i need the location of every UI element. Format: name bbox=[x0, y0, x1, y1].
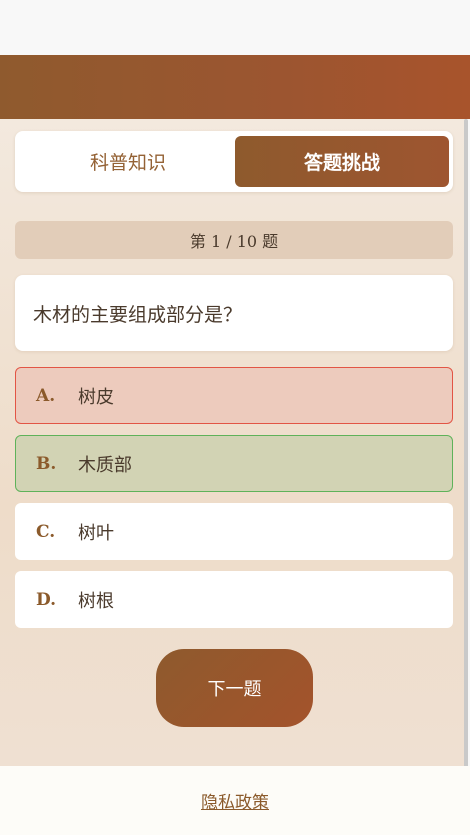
option-a[interactable]: A. 树皮 bbox=[15, 367, 453, 424]
option-letter: A. bbox=[36, 385, 56, 406]
header-band bbox=[0, 55, 470, 119]
option-text: 树叶 bbox=[78, 522, 114, 544]
question-text: 木材的主要组成部分是？ bbox=[33, 303, 243, 326]
next-question-button[interactable]: 下一题 bbox=[156, 649, 313, 727]
footer: 隐私政策 bbox=[0, 766, 470, 835]
question-progress: 第 1 / 10 题 bbox=[15, 221, 453, 259]
option-text: 树根 bbox=[78, 590, 114, 612]
option-letter: D. bbox=[36, 589, 57, 610]
option-d[interactable]: D. 树根 bbox=[15, 571, 453, 628]
scrollbar[interactable] bbox=[464, 119, 468, 835]
tab-bar: 科普知识 答题挑战 bbox=[15, 131, 453, 192]
tab-quiz[interactable]: 答题挑战 bbox=[235, 136, 449, 187]
tab-knowledge[interactable]: 科普知识 bbox=[21, 136, 235, 187]
option-letter: B. bbox=[36, 453, 57, 474]
option-letter: C. bbox=[36, 521, 56, 542]
option-text: 木质部 bbox=[78, 454, 132, 476]
option-c[interactable]: C. 树叶 bbox=[15, 503, 453, 560]
privacy-policy-link[interactable]: 隐私政策 bbox=[201, 788, 269, 813]
option-text: 树皮 bbox=[78, 386, 114, 408]
status-bar-area bbox=[0, 0, 470, 55]
question-card: 木材的主要组成部分是？ bbox=[15, 275, 453, 351]
option-b[interactable]: B. 木质部 bbox=[15, 435, 453, 492]
